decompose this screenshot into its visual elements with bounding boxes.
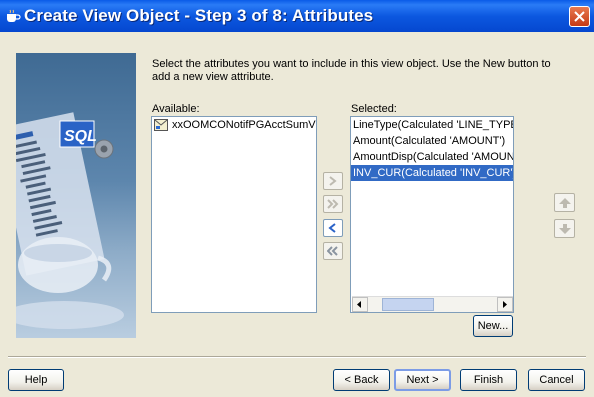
coffee-cup-icon: [7, 9, 21, 22]
cancel-button[interactable]: Cancel: [528, 369, 585, 391]
back-button[interactable]: < Back: [333, 369, 390, 391]
scroll-right-button[interactable]: [497, 297, 513, 312]
horizontal-scrollbar[interactable]: [352, 296, 513, 312]
help-button[interactable]: Help: [8, 369, 64, 391]
next-button[interactable]: Next >: [394, 369, 451, 391]
scroll-left-icon: [357, 301, 361, 308]
available-list[interactable]: xxOOMCONotifPGAcctSumVO: [151, 116, 317, 313]
chevron-right-icon: [329, 176, 337, 186]
available-label: Available:: [152, 103, 200, 115]
title-bar[interactable]: Create View Object - Step 3 of 8: Attrib…: [0, 0, 594, 32]
instructions-text: Select the attributes you want to includ…: [152, 58, 551, 83]
selected-list[interactable]: LineType(Calculated 'LINE_TYPE') Amount(…: [350, 116, 514, 313]
move-down-button[interactable]: [554, 219, 575, 238]
selected-list-item[interactable]: Amount(Calculated 'AMOUNT'): [351, 133, 513, 149]
available-list-item[interactable]: xxOOMCONotifPGAcctSumVO: [152, 117, 316, 133]
move-up-button[interactable]: [554, 193, 575, 212]
scroll-right-icon: [503, 301, 507, 308]
add-button[interactable]: [323, 172, 343, 190]
arrow-up-icon: [559, 198, 571, 208]
finish-button[interactable]: Finish: [460, 369, 517, 391]
new-attribute-button[interactable]: New...: [473, 315, 513, 337]
selected-label: Selected:: [351, 103, 397, 115]
selected-list-item[interactable]: AmountDisp(Calculated 'AMOUNT: [351, 149, 513, 165]
scroll-thumb[interactable]: [382, 298, 434, 311]
remove-all-button[interactable]: [323, 242, 343, 260]
wizard-graphic-icon: SQL: [16, 112, 124, 329]
double-chevron-right-icon: [327, 199, 339, 209]
footer-separator: [8, 356, 586, 358]
dialog-window: Create View Object - Step 3 of 8: Attrib…: [0, 0, 594, 397]
svg-text:SQL: SQL: [64, 128, 97, 145]
available-item-label: xxOOMCONotifPGAcctSumVO: [172, 119, 317, 131]
selected-list-item-active[interactable]: INV_CUR(Calculated 'INV_CUR'): [351, 165, 513, 181]
scroll-left-button[interactable]: [352, 297, 368, 312]
view-object-icon: [154, 119, 168, 131]
wizard-illustration: SQL: [16, 53, 136, 338]
arrow-down-icon: [559, 224, 571, 234]
window-title: Create View Object - Step 3 of 8: Attrib…: [24, 6, 374, 25]
selected-list-item[interactable]: LineType(Calculated 'LINE_TYPE'): [351, 117, 513, 133]
close-icon: [574, 11, 585, 22]
remove-button[interactable]: [323, 219, 343, 237]
add-all-button[interactable]: [323, 195, 343, 213]
close-button[interactable]: [569, 6, 590, 27]
double-chevron-left-icon: [327, 246, 338, 256]
chevron-left-icon: [328, 223, 336, 233]
